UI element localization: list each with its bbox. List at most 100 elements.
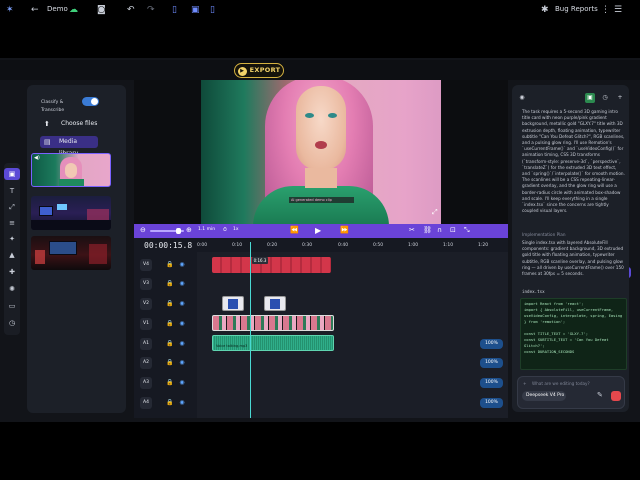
speed-icon[interactable]: ⏱ [223, 226, 227, 235]
pencil-icon[interactable]: ✎ [597, 391, 603, 399]
media-tool-icon[interactable]: ▣ [4, 168, 20, 180]
effects-tool-icon[interactable]: ✺ [4, 283, 20, 295]
magic-tool-icon[interactable]: ✦ [4, 233, 20, 245]
layout-left-icon[interactable]: ▯ [172, 4, 177, 16]
assistant-message: The task requires a 5-second 3D gaming i… [522, 109, 625, 214]
video-preview[interactable]: ⤢ [201, 80, 441, 225]
captions-tool-icon[interactable]: ▭ [4, 300, 20, 312]
lock-icon[interactable]: 🔒 [166, 261, 174, 269]
media-thumbnail-gaming-room-2[interactable] [31, 236, 111, 270]
new-chat-icon[interactable]: + [615, 93, 625, 103]
fast-forward-icon[interactable]: ⏩ [340, 226, 349, 235]
audio-level-a3[interactable]: 100% [480, 378, 503, 388]
rewind-icon[interactable]: ⏪ [290, 226, 299, 235]
model-selector[interactable]: Deepseek V4 Pro [522, 391, 566, 401]
eye-icon[interactable]: ◉ [178, 300, 186, 308]
export-button[interactable]: ▶ EXPORT [234, 63, 284, 78]
playhead-time-label: 0:16.3 [252, 257, 268, 264]
bug-icon[interactable]: ✱ [541, 4, 549, 16]
audio-level-value: 100% [485, 360, 498, 365]
track-label-v2: V2 [140, 298, 152, 310]
eye-icon[interactable]: ◉ [178, 399, 186, 407]
choose-files-label: Choose files [61, 120, 98, 127]
zoom-slider-handle[interactable] [176, 228, 181, 234]
bug-reports-link[interactable]: Bug Reports [555, 5, 598, 13]
caption-overlay[interactable]: AI generated demo clip [289, 197, 354, 203]
redo-icon[interactable]: ↷ [147, 4, 155, 16]
eye-icon[interactable]: ◉ [178, 320, 186, 328]
chat-history-icon[interactable]: ◷ [600, 93, 610, 103]
eye-icon[interactable]: ◉ [178, 280, 186, 288]
ruler-tick: 0:40 [338, 243, 349, 248]
zoom-label: 1.1 min [198, 227, 216, 232]
menu-icon[interactable]: ☰ [614, 4, 622, 16]
track-label-a3: A3 [140, 377, 152, 389]
audio-level-a4[interactable]: 100% [480, 398, 503, 408]
layout-right-icon[interactable]: ▯ [210, 4, 215, 16]
library-icon: ▤ [44, 138, 51, 146]
fit-icon[interactable]: ⊡ [450, 226, 456, 235]
project-name[interactable]: Demo [47, 5, 68, 13]
media-thumbnail-gaming-room[interactable] [31, 196, 111, 230]
lock-icon[interactable]: 🔒 [166, 300, 174, 308]
stop-button[interactable] [611, 391, 621, 401]
text-clip-group[interactable] [212, 257, 331, 273]
lock-icon[interactable]: 🔒 [166, 280, 174, 288]
split-icon[interactable]: ✂ [409, 226, 415, 235]
classify-toggle[interactable] [82, 97, 99, 106]
undo-icon[interactable]: ↶ [127, 4, 135, 16]
play-icon[interactable]: ▶ [315, 226, 321, 235]
app-window: ✶ ← Demo ☁ ◙ ↶ ↷ ▯ ▣ ▯ ▶ EXPORT ✱ Bug Rep… [0, 0, 640, 480]
top-bar [0, 60, 640, 80]
layout-center-icon[interactable]: ▣ [191, 4, 200, 16]
media-thumbnail-portrait[interactable]: ◀) [31, 153, 111, 187]
back-arrow-icon[interactable]: ← [31, 4, 39, 16]
cloud-saved-icon: ☁ [69, 5, 78, 15]
playhead[interactable] [250, 242, 251, 418]
ruler-tick: 0:10 [232, 243, 243, 248]
lock-icon[interactable]: 🔒 [166, 399, 174, 407]
apps-grid-icon[interactable]: ⋮ [601, 4, 610, 16]
audio-level-a1[interactable]: 100% [480, 339, 503, 349]
audio-clip[interactable]: Voice talking.mp3 [212, 335, 334, 351]
fullscreen-icon[interactable]: ⤢ [432, 208, 438, 217]
zoom-out-icon[interactable]: ⊖ [140, 226, 146, 235]
classify-toggle-label: Classify & Transcribe [41, 100, 65, 113]
eye-icon[interactable]: ◉ [178, 359, 186, 367]
camera-icon[interactable]: ◙ [97, 4, 106, 16]
video-clip[interactable] [264, 296, 286, 311]
transition-tool-icon[interactable]: ⤢ [4, 201, 20, 213]
eye-icon[interactable]: ◉ [178, 379, 186, 387]
magnet-icon[interactable]: ∩ [437, 226, 442, 235]
chat-plus-icon[interactable]: + [523, 381, 527, 387]
plugin-tool-icon[interactable]: ✚ [4, 266, 20, 278]
text-tool-icon[interactable]: T [4, 185, 20, 197]
chat-settings-icon[interactable]: ◉ [517, 93, 527, 103]
link-icon[interactable]: ⛓ [423, 226, 432, 235]
media-library-button[interactable]: ▤ Media library [40, 136, 98, 157]
lock-icon[interactable]: 🔒 [166, 340, 174, 348]
ruler-tick: 0:50 [373, 243, 384, 248]
chat-mode-icon[interactable]: ▣ [585, 93, 595, 103]
audio-level-a2[interactable]: 100% [480, 358, 503, 368]
track-label-a2: A2 [140, 357, 152, 369]
speed-label[interactable]: 1x [233, 227, 239, 232]
eye-icon[interactable]: ◉ [178, 340, 186, 348]
lock-icon[interactable]: 🔒 [166, 359, 174, 367]
filter-tool-icon[interactable]: ▲ [4, 249, 20, 261]
eye-icon[interactable]: ◉ [178, 261, 186, 269]
lock-icon[interactable]: 🔒 [166, 320, 174, 328]
track-label-v1: V1 [140, 318, 152, 330]
adjust-tool-icon[interactable]: ≡ [4, 217, 20, 229]
choose-files-button[interactable]: ⬆ Choose files [40, 118, 98, 130]
main-video-clip[interactable] [212, 315, 334, 331]
zoom-in-icon[interactable]: ⊕ [186, 226, 192, 235]
expand-icon[interactable]: ⤡ [464, 226, 470, 235]
history-tool-icon[interactable]: ◷ [4, 317, 20, 329]
chat-input-placeholder[interactable]: What are we editing today? [532, 381, 590, 387]
track-label-v4: V4 [140, 259, 152, 271]
track-label-a1: A1 [140, 338, 152, 350]
lock-icon[interactable]: 🔒 [166, 379, 174, 387]
code-file-label: index.tsx [522, 289, 545, 294]
video-clip[interactable] [222, 296, 244, 311]
